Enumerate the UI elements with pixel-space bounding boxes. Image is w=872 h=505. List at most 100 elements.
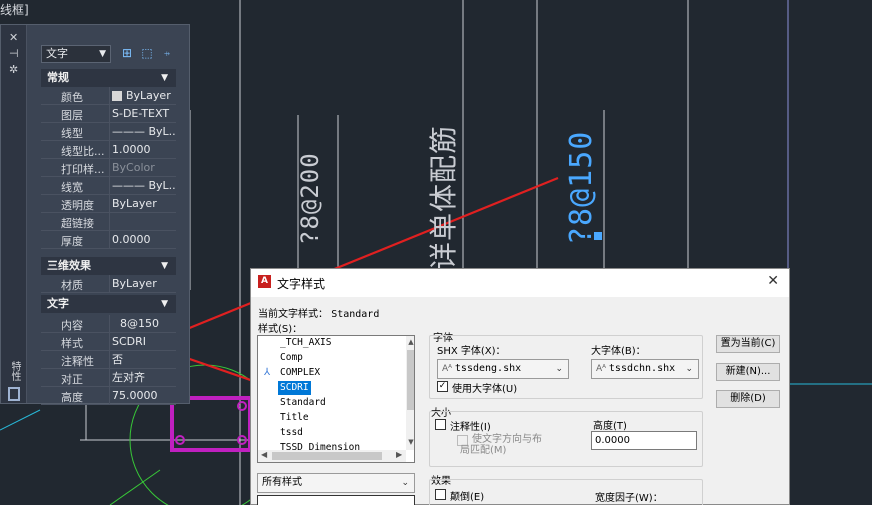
- title-text[interactable]: 详单体配筋: [422, 125, 462, 270]
- scroll-right-icon[interactable]: ▶: [396, 450, 402, 459]
- section-text-label: 文字: [47, 297, 69, 310]
- chevron-down-icon: ⌄: [685, 364, 693, 374]
- horizontal-scrollbar[interactable]: ◀ ▶: [258, 450, 406, 462]
- prop-row-layer[interactable]: 图层 S-DE-TEXT: [41, 105, 176, 123]
- prop-row-linetype[interactable]: 线型 ——— ByL...: [41, 123, 176, 141]
- settings-icon[interactable]: ✲: [9, 63, 18, 76]
- prop-value[interactable]: 否: [109, 351, 176, 368]
- prop-row-material[interactable]: 材质 ByLayer: [41, 275, 176, 293]
- close-icon[interactable]: ✕: [9, 31, 18, 44]
- select-objects-icon[interactable]: ⬚: [139, 45, 155, 61]
- big-font-select[interactable]: Aᴬ tssdchn.shx ⌄: [591, 359, 699, 379]
- prop-row-justify[interactable]: 对正 左对齐: [41, 369, 176, 387]
- height-input[interactable]: 0.0000: [591, 431, 697, 450]
- use-big-font-checkbox[interactable]: ✓: [437, 381, 448, 392]
- style-filter-value: 所有样式: [262, 477, 302, 488]
- prop-label: 样式: [61, 337, 83, 350]
- prop-value[interactable]: 左对齐: [109, 369, 176, 386]
- prop-value[interactable]: ByColor: [109, 159, 176, 176]
- prop-row-contents[interactable]: 内容 8@150: [41, 315, 176, 333]
- section-general-label: 常规: [47, 71, 69, 84]
- palette-title: 特性: [9, 361, 20, 381]
- prop-row-height[interactable]: 高度 75.0000: [41, 387, 176, 405]
- dialog-titlebar[interactable]: A 文字样式 ✕: [251, 269, 789, 297]
- prop-value[interactable]: ByLayer: [109, 195, 176, 212]
- prop-value[interactable]: ——— ByL...: [109, 123, 176, 140]
- prop-value[interactable]: 75.0000: [109, 387, 176, 404]
- prop-value[interactable]: 8@150: [109, 315, 176, 332]
- prop-value[interactable]: 1.0000: [109, 141, 176, 158]
- properties-palette: ✕ ⊣ ✲ 特性 文字 ▼ ⊞ ⬚ ⍆ 常规 ▼ 三维效果 ▼ 文字 ▼ 颜色 ByLa…: [0, 24, 190, 405]
- prop-value[interactable]: S-DE-TEXT: [109, 105, 176, 122]
- drawing-canvas[interactable]: 线框] ?8@200 详单体配筋 ?8@150 ✕ ⊣ ✲ 特性 文字 ▼ ⊞ …: [0, 0, 872, 505]
- quick-select-icon[interactable]: ⍆: [159, 45, 175, 61]
- set-current-button[interactable]: 置为当前(C): [716, 335, 780, 353]
- width-factor-label: 宽度因子(W)：: [595, 493, 663, 504]
- prop-value[interactable]: 0.0000: [109, 231, 176, 248]
- prop-label: 图层: [61, 109, 83, 122]
- scroll-thumb[interactable]: [407, 350, 414, 410]
- prop-value[interactable]: ByLayer: [109, 87, 176, 104]
- text-style-dialog: A 文字样式 ✕ 当前文字样式： Standard 样式(S)： _TCH_AX…: [250, 268, 790, 505]
- list-item[interactable]: _TCH_AXIS: [278, 336, 333, 350]
- big-font-icon: Aᴬ: [596, 364, 609, 374]
- annotative-checkbox[interactable]: [435, 419, 446, 430]
- chevron-down-icon: ▼: [161, 299, 168, 309]
- prop-label: 注释性: [61, 355, 94, 368]
- section-general[interactable]: 常规 ▼: [41, 69, 176, 87]
- drawing-line: [109, 469, 161, 505]
- chevron-down-icon: ▼: [161, 73, 168, 83]
- pin-icon[interactable]: ⊣: [9, 47, 19, 60]
- delete-style-button[interactable]: 删除(D): [716, 390, 780, 408]
- list-item[interactable]: COMPLEX: [278, 366, 322, 380]
- list-item-selected[interactable]: SCDRI: [278, 381, 311, 395]
- scroll-down-icon[interactable]: ▼: [406, 438, 414, 446]
- upside-down-checkbox[interactable]: [435, 489, 446, 500]
- style-filter-select[interactable]: 所有样式 ⌄: [257, 473, 415, 493]
- list-item[interactable]: TSSD_Dimension: [278, 441, 362, 450]
- toggle-pickadd-icon[interactable]: ⊞: [119, 45, 135, 61]
- prop-value[interactable]: [109, 213, 176, 230]
- shx-font-select[interactable]: Aᴬ tssdeng.shx ⌄: [437, 359, 569, 379]
- prop-value[interactable]: ByLayer: [109, 275, 176, 292]
- prop-row-color[interactable]: 颜色 ByLayer: [41, 87, 176, 105]
- scroll-thumb[interactable]: [272, 452, 382, 460]
- new-style-button[interactable]: 新建(N)...: [716, 363, 780, 381]
- prop-value[interactable]: SCDRI: [109, 333, 176, 350]
- scroll-left-icon[interactable]: ◀: [261, 450, 267, 459]
- big-font-label: 大字体(B)：: [591, 346, 646, 357]
- prop-row-linetype-scale[interactable]: 线型比... 1.0000: [41, 141, 176, 159]
- list-item[interactable]: Standard: [278, 396, 328, 410]
- prop-row-hyperlink[interactable]: 超链接: [41, 213, 176, 231]
- prop-row-thickness[interactable]: 厚度 0.0000: [41, 231, 176, 249]
- section-text[interactable]: 文字 ▼: [41, 295, 176, 313]
- prop-row-annotative[interactable]: 注释性 否: [41, 351, 176, 369]
- prop-row-transparency[interactable]: 透明度 ByLayer: [41, 195, 176, 213]
- current-style-value: Standard: [331, 309, 380, 320]
- height-label: 高度(T): [593, 421, 627, 432]
- shx-font-icon: Aᴬ: [442, 364, 455, 374]
- prop-label: 厚度: [61, 235, 83, 248]
- prop-label: 高度: [61, 391, 83, 404]
- rebar-text[interactable]: ?8@200: [296, 152, 324, 245]
- prop-value[interactable]: ——— ByL...: [109, 177, 176, 194]
- list-item[interactable]: Comp: [278, 351, 305, 365]
- palette-strip: ✕ ⊣ ✲ 特性: [1, 25, 27, 403]
- object-type-select[interactable]: 文字 ▼: [41, 45, 111, 63]
- chevron-down-icon: ⌄: [401, 478, 409, 488]
- list-item[interactable]: Title: [278, 411, 311, 425]
- prop-row-plotstyle[interactable]: 打印样... ByColor: [41, 159, 176, 177]
- prop-label: 透明度: [61, 199, 94, 212]
- styles-list[interactable]: _TCH_AXIS Comp ⅄ COMPLEX SCDRI Standard …: [257, 335, 415, 463]
- scroll-up-icon[interactable]: ▲: [406, 338, 414, 346]
- section-3d[interactable]: 三维效果 ▼: [41, 257, 176, 275]
- vertical-scrollbar[interactable]: ▲ ▼: [406, 336, 414, 450]
- close-icon[interactable]: ✕: [767, 273, 779, 289]
- list-item[interactable]: tssd: [278, 426, 305, 440]
- current-style-row: 当前文字样式： Standard: [258, 305, 379, 320]
- prop-row-lineweight[interactable]: 线宽 ——— ByL...: [41, 177, 176, 195]
- prop-label: 材质: [61, 279, 83, 292]
- selected-rebar-text[interactable]: ?8@150: [564, 131, 599, 245]
- drawing-line: [0, 409, 41, 431]
- prop-row-style[interactable]: 样式 SCDRI: [41, 333, 176, 351]
